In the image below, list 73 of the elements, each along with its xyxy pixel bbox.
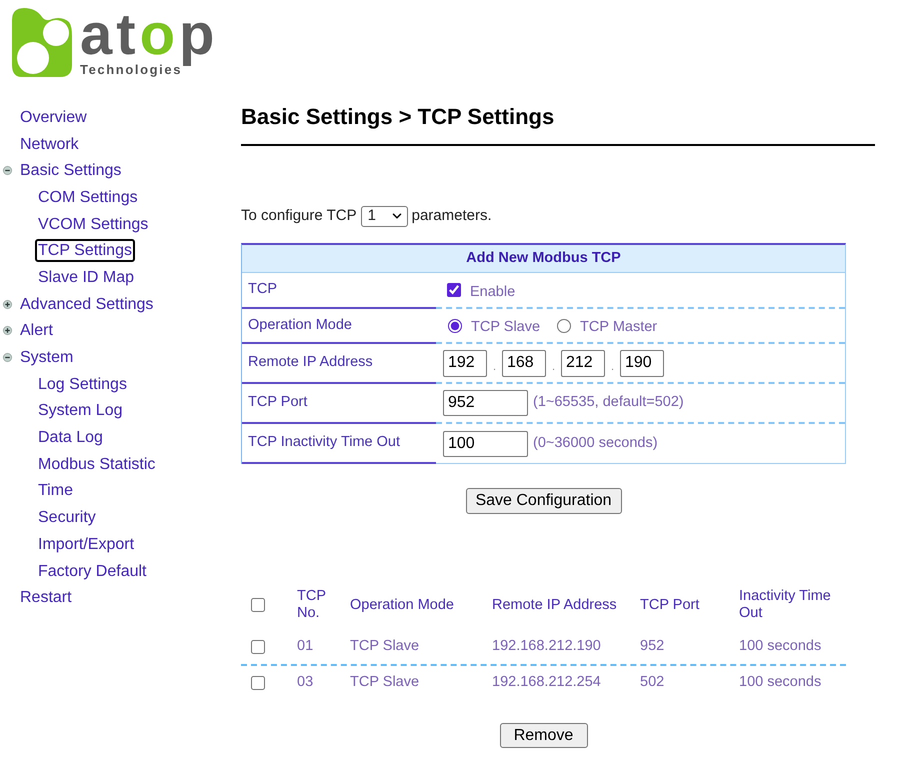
mode-radio[interactable] — [448, 318, 462, 332]
logo-tagline: Technologies — [80, 63, 182, 77]
nav-link[interactable]: Security — [38, 508, 96, 528]
column-header: Operation Mode — [350, 596, 455, 614]
checkbox-label: Enable — [470, 283, 516, 302]
tcp-number-select[interactable]: 1 — [360, 206, 408, 226]
nav-link[interactable]: Alert — [20, 321, 53, 340]
table-cell-text: 100 seconds — [739, 673, 822, 692]
nav-link[interactable]: Modbus Statistic — [38, 454, 156, 474]
field-label: Remote IP Address — [248, 353, 373, 372]
ip-octet-field[interactable]: 212 — [561, 350, 605, 376]
plus-circle-icon[interactable] — [3, 300, 12, 309]
nav-link[interactable]: TCP Settings — [35, 239, 135, 262]
nav-link[interactable]: Import/Export — [38, 534, 134, 554]
minus-circle-icon[interactable] — [3, 353, 12, 362]
table-cell-text: 192.168.212.254 — [492, 673, 602, 692]
column-header: Remote IP Address — [492, 596, 618, 614]
nav-link[interactable]: Restart — [20, 588, 72, 608]
nav-link[interactable]: System — [20, 348, 74, 368]
table-cell-text: 192.168.212.190 — [492, 637, 602, 656]
radio-label: TCP Slave — [471, 318, 540, 337]
field-hint: (0~36000 seconds) — [533, 434, 658, 453]
ip-separator: . — [492, 360, 498, 375]
remove-button[interactable]: Remove — [500, 723, 588, 748]
row-checkbox[interactable] — [251, 676, 265, 690]
ip-octet-field[interactable]: 192 — [443, 350, 487, 376]
plus-circle-icon[interactable] — [3, 326, 12, 336]
logo-mark-icon — [12, 8, 72, 77]
nav-link[interactable]: Factory Default — [38, 562, 146, 581]
number-field[interactable]: 100 — [443, 430, 528, 456]
number-field[interactable]: 952 — [443, 390, 528, 416]
nav-link[interactable]: Basic Settings — [20, 161, 122, 180]
nav-link[interactable]: Log Settings — [38, 374, 127, 394]
ip-octet-field[interactable]: 168 — [502, 350, 546, 376]
save-configuration-button[interactable]: Save Configuration — [466, 488, 622, 514]
table-cell-text: 01 — [297, 637, 314, 656]
column-header: TCP Port — [640, 596, 700, 614]
ip-octet-field[interactable]: 190 — [620, 350, 664, 376]
configure-suffix: parameters. — [412, 206, 492, 226]
table-cell-text: 03 — [297, 673, 314, 692]
field-label: TCP — [248, 280, 277, 300]
page-title: Basic Settings > TCP Settings — [241, 104, 556, 130]
table-cell-text: TCP Slave — [350, 673, 420, 692]
nav-link[interactable]: COM Settings — [38, 188, 138, 207]
nav-link[interactable]: Advanced Settings — [20, 294, 154, 314]
nav-link[interactable]: Slave ID Map — [38, 268, 134, 287]
nav-link[interactable]: VCOM Settings — [38, 214, 148, 234]
minus-circle-icon[interactable] — [3, 166, 12, 176]
configure-prefix: To configure TCP — [241, 206, 357, 226]
logo-wordmark: atop — [80, 6, 218, 64]
nav-link[interactable]: Data Log — [38, 428, 103, 448]
table-cell-text: 952 — [640, 637, 666, 656]
nav-link[interactable]: System Log — [38, 401, 122, 420]
table-cell-text: 502 — [640, 673, 666, 692]
field-label: TCP Port — [248, 393, 308, 412]
row-checkbox[interactable] — [251, 640, 265, 654]
nav-link[interactable]: Overview — [20, 108, 87, 127]
column-header: TCP No. — [297, 588, 327, 622]
nav-link[interactable]: Network — [20, 134, 79, 154]
ip-separator: . — [610, 360, 616, 375]
radio-label: TCP Master — [580, 318, 658, 337]
select-all-checkbox[interactable] — [251, 598, 265, 612]
field-label: TCP Inactivity Time Out — [248, 433, 400, 452]
nav-link[interactable]: Time — [38, 481, 73, 500]
table-cell-text: 100 seconds — [739, 637, 822, 656]
table-cell-text: TCP Slave — [350, 637, 420, 656]
field-label: Operation Mode — [248, 316, 352, 335]
column-header: Inactivity Time Out — [739, 588, 832, 622]
mode-radio[interactable] — [557, 318, 572, 332]
enable-checkbox[interactable] — [447, 283, 461, 297]
field-hint: (1~65535, default=502) — [533, 393, 684, 412]
table-title: Add New Modbus TCP — [466, 248, 621, 268]
ip-separator: . — [550, 360, 556, 375]
